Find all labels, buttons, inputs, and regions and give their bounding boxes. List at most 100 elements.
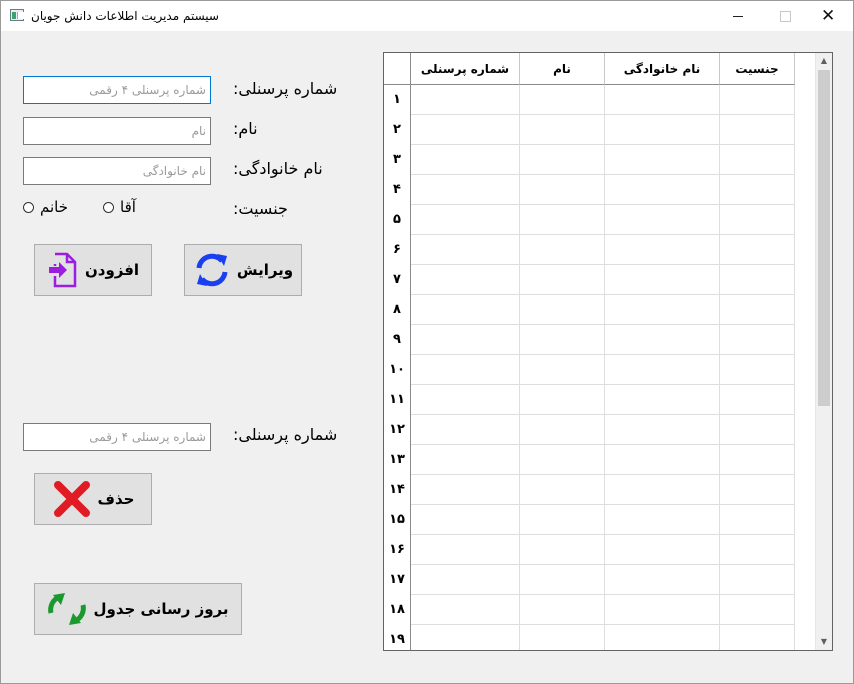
table-cell[interactable]	[720, 385, 795, 415]
table-cell[interactable]	[411, 265, 520, 295]
table-cell[interactable]	[411, 535, 520, 565]
table-cell[interactable]	[520, 265, 605, 295]
table-cell[interactable]	[720, 115, 795, 145]
table-row[interactable]: ۴	[384, 175, 795, 205]
personnel-number-input[interactable]	[23, 76, 211, 104]
table-cell[interactable]	[520, 625, 605, 650]
table-cell[interactable]	[720, 265, 795, 295]
table-cell[interactable]	[605, 295, 720, 325]
row-number[interactable]: ۱۸	[384, 595, 411, 625]
col-header-personnel[interactable]: شماره پرسنلی	[411, 53, 520, 85]
table-cell[interactable]	[605, 415, 720, 445]
scroll-thumb[interactable]	[818, 70, 830, 406]
table-cell[interactable]	[605, 235, 720, 265]
table-cell[interactable]	[720, 565, 795, 595]
table-cell[interactable]	[520, 295, 605, 325]
table-cell[interactable]	[520, 145, 605, 175]
table-cell[interactable]	[720, 235, 795, 265]
table-cell[interactable]	[411, 325, 520, 355]
table-cell[interactable]	[411, 145, 520, 175]
table-cell[interactable]	[605, 205, 720, 235]
table-cell[interactable]	[411, 115, 520, 145]
table-cell[interactable]	[411, 415, 520, 445]
row-number[interactable]: ۱۲	[384, 415, 411, 445]
table-row[interactable]: ۱۴	[384, 475, 795, 505]
table-row[interactable]: ۱۷	[384, 565, 795, 595]
table-cell[interactable]	[605, 355, 720, 385]
title-bar[interactable]: سیستم مدیریت اطلاعات دانش جویان ✕	[1, 1, 853, 31]
table-cell[interactable]	[720, 415, 795, 445]
row-number[interactable]: ۱۹	[384, 625, 411, 650]
table-cell[interactable]	[605, 325, 720, 355]
table-cell[interactable]	[720, 85, 795, 115]
table-cell[interactable]	[520, 505, 605, 535]
table-cell[interactable]	[605, 565, 720, 595]
table-cell[interactable]	[411, 595, 520, 625]
row-number[interactable]: ۵	[384, 205, 411, 235]
table-cell[interactable]	[720, 175, 795, 205]
table-row[interactable]: ۱۱	[384, 385, 795, 415]
table-cell[interactable]	[720, 475, 795, 505]
table-cell[interactable]	[605, 505, 720, 535]
table-cell[interactable]	[720, 445, 795, 475]
radio-male-circle[interactable]	[103, 201, 114, 213]
table-cell[interactable]	[520, 565, 605, 595]
table-cell[interactable]	[605, 85, 720, 115]
table-cell[interactable]	[720, 205, 795, 235]
name-input[interactable]	[23, 117, 211, 145]
delete-personnel-input[interactable]	[23, 423, 211, 451]
table-cell[interactable]	[520, 235, 605, 265]
table-cell[interactable]	[720, 595, 795, 625]
table-cell[interactable]	[520, 205, 605, 235]
table-cell[interactable]	[411, 385, 520, 415]
table-cell[interactable]	[605, 475, 720, 505]
table-cell[interactable]	[520, 115, 605, 145]
radio-male[interactable]: آقا	[103, 198, 136, 216]
table-cell[interactable]	[720, 625, 795, 650]
table-cell[interactable]	[605, 595, 720, 625]
table-cell[interactable]	[520, 535, 605, 565]
table-cell[interactable]	[411, 475, 520, 505]
minimize-button[interactable]	[716, 1, 762, 31]
edit-button[interactable]: ویرایش	[184, 244, 302, 296]
table-cell[interactable]	[605, 265, 720, 295]
vertical-scrollbar[interactable]: ▲ ▼	[815, 53, 832, 650]
table-cell[interactable]	[411, 445, 520, 475]
table-row[interactable]: ۸	[384, 295, 795, 325]
table-cell[interactable]	[411, 235, 520, 265]
add-button[interactable]: افزودن	[34, 244, 152, 296]
table-cell[interactable]	[411, 505, 520, 535]
scroll-down-icon[interactable]: ▼	[816, 634, 832, 650]
table-cell[interactable]	[605, 115, 720, 145]
table-cell[interactable]	[605, 445, 720, 475]
row-number[interactable]: ۴	[384, 175, 411, 205]
family-name-input[interactable]	[23, 157, 211, 185]
col-header-gender[interactable]: جنسیت	[720, 53, 795, 85]
table-row[interactable]: ۵	[384, 205, 795, 235]
table-cell[interactable]	[520, 415, 605, 445]
table-row[interactable]: ۱۰	[384, 355, 795, 385]
table-cell[interactable]	[411, 625, 520, 650]
delete-button[interactable]: حذف	[34, 473, 152, 525]
radio-female[interactable]: خانم	[23, 198, 68, 216]
table-cell[interactable]	[520, 595, 605, 625]
table-row[interactable]: ۱۳	[384, 445, 795, 475]
table-cell[interactable]	[520, 85, 605, 115]
table-row[interactable]: ۱۵	[384, 505, 795, 535]
table-cell[interactable]	[411, 355, 520, 385]
row-number[interactable]: ۲	[384, 115, 411, 145]
row-number[interactable]: ۱۷	[384, 565, 411, 595]
table-cell[interactable]	[520, 445, 605, 475]
table-cell[interactable]	[411, 295, 520, 325]
row-number[interactable]: ۱۴	[384, 475, 411, 505]
row-number[interactable]: ۱۳	[384, 445, 411, 475]
table-cell[interactable]	[520, 355, 605, 385]
table-cell[interactable]	[720, 505, 795, 535]
row-number[interactable]: ۱۰	[384, 355, 411, 385]
table-cell[interactable]	[605, 385, 720, 415]
students-table[interactable]: شماره پرسنلی نام نام خانوادگی جنسیت ۱۲۳۴…	[383, 52, 833, 651]
table-cell[interactable]	[605, 145, 720, 175]
table-row[interactable]: ۹	[384, 325, 795, 355]
row-number[interactable]: ۷	[384, 265, 411, 295]
table-row[interactable]: ۱۸	[384, 595, 795, 625]
